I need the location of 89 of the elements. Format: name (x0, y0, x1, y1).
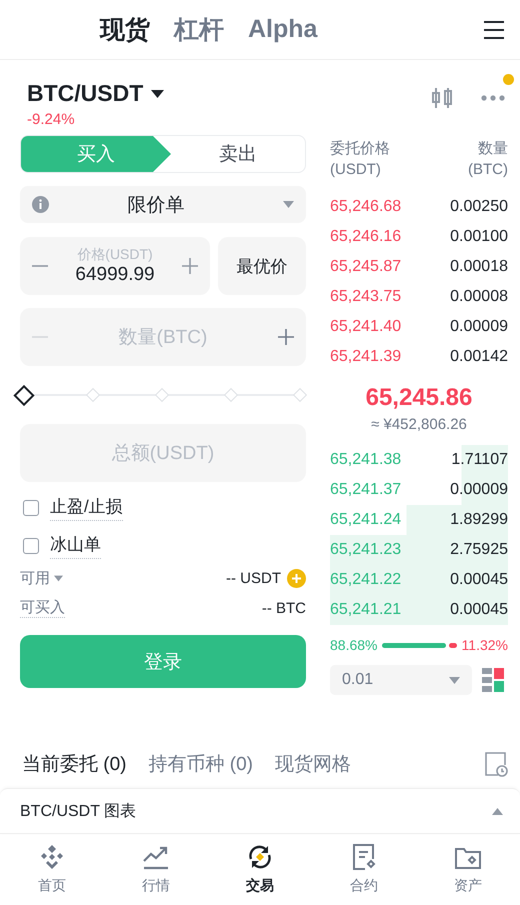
nav-tab[interactable]: 行情 (104, 843, 208, 895)
ask-price[interactable]: 65,243.75 (330, 288, 402, 306)
caret-icon (283, 201, 294, 208)
plus-icon[interactable] (278, 329, 294, 345)
checkbox[interactable] (23, 500, 39, 516)
bid-quantity: 0.00045 (450, 601, 508, 619)
bid-row[interactable]: 65,241.21 0.00045 (330, 595, 508, 625)
last-price: 65,245.86 (364, 384, 474, 412)
bid-row[interactable]: 65,241.24 1.89299 (330, 505, 508, 535)
info-icon[interactable] (32, 196, 49, 213)
nav-tab[interactable]: 资产 (416, 843, 520, 895)
sell-tab[interactable]: 卖出 (171, 136, 305, 172)
pair-symbol[interactable]: BTC/USDT (27, 80, 144, 107)
login-button[interactable]: 登录 (20, 635, 306, 688)
buy-ratio: 88.68% (330, 637, 378, 653)
price-change: -9.24% (27, 111, 76, 128)
field-label: 价格(USDT) (77, 246, 153, 264)
top-tab[interactable]: Alpha (248, 15, 318, 44)
bid-row[interactable]: 65,241.37 0.00009 (330, 475, 508, 505)
ask-price[interactable]: 65,246.68 (330, 198, 402, 216)
order-type-dropdown[interactable]: 限价单 (20, 186, 306, 223)
collapse-icon[interactable] (492, 808, 503, 814)
bid-quantity: 1.89299 (450, 511, 508, 529)
column-header: 委托价格 (330, 139, 390, 159)
bid-price[interactable]: 65,241.21 (330, 601, 402, 619)
bid-price[interactable]: 65,241.22 (330, 571, 402, 589)
candlestick-icon[interactable] (431, 86, 453, 110)
ask-quantity: 0.00100 (450, 228, 508, 246)
bid-row[interactable]: 65,241.38 1.71107 (330, 445, 508, 475)
ask-price[interactable]: 65,245.87 (330, 258, 402, 276)
order-tab[interactable]: 持有币种 (0) (148, 751, 253, 777)
balance-label: 可买入 (20, 598, 65, 618)
add-funds-icon[interactable] (287, 568, 306, 588)
order-tab[interactable]: 当前委托 (0) (22, 751, 126, 777)
caret-icon[interactable] (151, 90, 164, 98)
bid-quantity: 0.00045 (450, 571, 508, 589)
column-unit: (USDT) (330, 160, 382, 180)
checkbox-label[interactable]: 止盈/止损 (50, 495, 123, 521)
placeholder: 数量(BTC) (118, 326, 208, 350)
more-icon[interactable] (481, 95, 505, 101)
precision-dropdown[interactable]: 0.01 (330, 665, 472, 695)
exchange-icon (246, 843, 274, 871)
ask-price[interactable]: 65,241.39 (330, 348, 402, 366)
best-price-button[interactable]: 最优价 (218, 237, 306, 295)
bid-quantity: 2.75925 (450, 541, 508, 559)
bid-price[interactable]: 65,241.38 (330, 451, 402, 469)
plus-icon[interactable] (182, 258, 198, 274)
bid-quantity: 1.71107 (451, 451, 508, 469)
balance-label: 可用 (20, 568, 50, 588)
ask-quantity: 0.00250 (450, 198, 508, 216)
ask-quantity: 0.00018 (450, 258, 508, 276)
sell-ratio: 11.32% (462, 637, 508, 653)
column-unit: (BTC) (468, 160, 508, 180)
bid-price[interactable]: 65,241.24 (330, 511, 402, 529)
ratio-remainder (449, 642, 457, 648)
document-icon (350, 843, 378, 871)
ask-price[interactable]: 65,246.16 (330, 228, 402, 246)
bid-row[interactable]: 65,241.23 2.75925 (330, 535, 508, 565)
nav-tab[interactable]: 合约 (312, 843, 416, 895)
bid-quantity: 0.00009 (450, 481, 508, 499)
placeholder: 总额(USDT) (110, 442, 216, 466)
top-tab[interactable]: 现货 (100, 13, 150, 46)
ask-quantity: 0.00009 (450, 318, 508, 336)
bid-row[interactable]: 65,241.22 0.00045 (330, 565, 508, 595)
menu-icon[interactable] (483, 20, 505, 40)
price-field[interactable]: 价格(USDT) 64999.99 (20, 237, 210, 295)
caret-icon (449, 676, 460, 684)
order-book-layout-icon[interactable] (482, 667, 504, 693)
buy-tab[interactable]: 买入 (21, 136, 171, 172)
ask-quantity: 0.00142 (450, 348, 508, 366)
bid-price[interactable]: 65,241.23 (330, 541, 402, 559)
bid-price[interactable]: 65,241.37 (330, 481, 402, 499)
checkbox[interactable] (23, 538, 39, 554)
ask-price[interactable]: 65,241.40 (330, 318, 402, 336)
nav-tab[interactable]: 交易 (208, 843, 312, 895)
column-header: 数量 (478, 139, 508, 159)
field-value: 64999.99 (75, 264, 155, 286)
nav-tab[interactable]: 首页 (0, 843, 104, 895)
balance-value: -- BTC (262, 600, 306, 616)
history-icon[interactable] (484, 751, 508, 777)
chart-bar[interactable]: BTC/USDT 图表 (0, 788, 520, 834)
ratio-fill (382, 642, 446, 648)
chart-title: BTC/USDT 图表 (20, 802, 136, 822)
fiat-price: ≈ ¥452,806.26 (370, 416, 468, 433)
top-tab[interactable]: 杠杆 (174, 13, 224, 46)
balance-value: -- USDT (226, 570, 281, 586)
order-tab[interactable]: 现货网格 (275, 751, 351, 777)
ask-quantity: 0.00008 (450, 288, 508, 306)
checkbox-label[interactable]: 冰山单 (50, 533, 101, 559)
